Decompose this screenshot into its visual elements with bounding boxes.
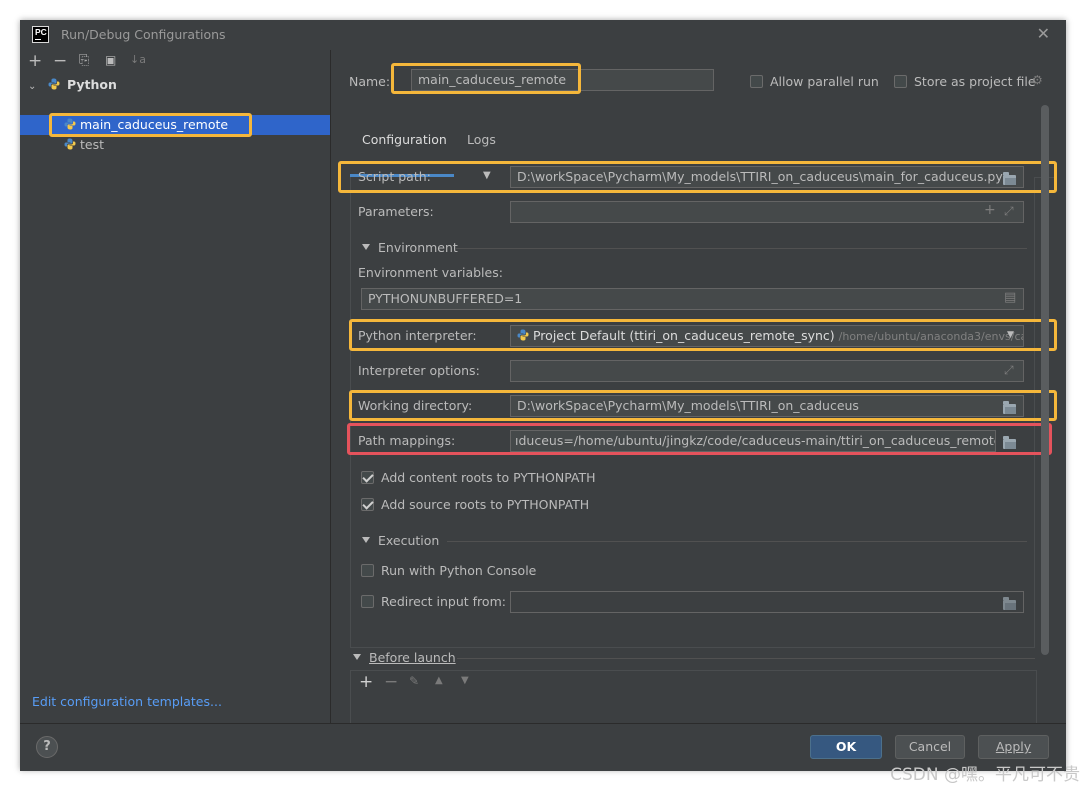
store-as-project-file-label: Store as project file — [914, 74, 1036, 89]
environment-section-header[interactable]: Environment — [362, 240, 458, 255]
remove-task-button[interactable]: − — [384, 672, 398, 692]
tree-item-label: test — [79, 137, 104, 152]
edit-configuration-templates-link[interactable]: Edit configuration templates... — [32, 694, 222, 709]
interpreter-path: /home/ubuntu/anaconda3/envs/cac — [838, 330, 1024, 343]
run-with-python-console-checkbox[interactable] — [361, 564, 374, 577]
tab-logs[interactable]: Logs — [467, 132, 496, 147]
add-source-roots-checkbox[interactable] — [361, 498, 374, 511]
tree-item-main-caduceus-remote[interactable]: main_caduceus_remote — [64, 115, 228, 135]
collapse-triangle-icon — [362, 537, 370, 543]
before-launch-separator — [457, 658, 1035, 659]
python-icon — [64, 138, 76, 150]
add-source-roots-label: Add source roots to PYTHONPATH — [381, 497, 590, 512]
cancel-button[interactable]: Cancel — [895, 735, 965, 759]
add-configuration-button[interactable]: + — [28, 51, 42, 71]
execution-separator — [447, 541, 1027, 542]
before-launch-section-header[interactable]: Before launch — [353, 650, 456, 665]
chevron-down-icon[interactable]: ▼ — [1007, 330, 1014, 340]
script-path-label: Script path: — [358, 169, 431, 184]
expand-icon[interactable]: ⤢ — [1004, 363, 1014, 378]
collapse-triangle-icon — [353, 654, 361, 660]
tree-group-python[interactable]: ⌄ Python — [28, 75, 117, 95]
collapse-triangle-icon — [362, 244, 370, 250]
sort-configurations-icon[interactable]: ↓a — [130, 53, 146, 66]
run-debug-dialog: PC Run/Debug Configurations ✕ + − ⎘ ▣ ↓a… — [20, 20, 1066, 771]
title-bar: PC Run/Debug Configurations ✕ — [20, 20, 1066, 50]
csdn-watermark: CSDN @嘿。平凡可不贵 — [890, 765, 1080, 785]
python-icon — [64, 118, 76, 130]
close-icon[interactable]: ✕ — [1037, 24, 1050, 43]
redirect-input-field[interactable] — [510, 591, 1024, 613]
move-up-icon[interactable]: ▲ — [435, 675, 443, 686]
parameters-label: Parameters: — [358, 204, 434, 219]
copy-configuration-icon[interactable]: ⎘ — [79, 53, 89, 68]
window-title: Run/Debug Configurations — [61, 27, 226, 42]
folder-icon[interactable] — [1003, 401, 1016, 414]
move-to-folder-icon[interactable]: ▣ — [105, 53, 116, 67]
add-content-roots-label: Add content roots to PYTHONPATH — [381, 470, 596, 485]
allow-parallel-run-label: Allow parallel run — [770, 74, 879, 89]
python-icon — [517, 329, 529, 341]
script-type-dropdown-icon[interactable]: ▼ — [483, 170, 491, 181]
python-interpreter-select[interactable]: Project Default (ttiri_on_caduceus_remot… — [510, 325, 1024, 347]
tree-item-label: main_caduceus_remote — [79, 117, 229, 132]
apply-button[interactable]: Apply — [978, 735, 1049, 759]
execution-section-header[interactable]: Execution — [362, 533, 439, 548]
configuration-editor-pane: Name: main_caduceus_remote Allow paralle… — [331, 50, 1066, 726]
chevron-down-icon: ⌄ — [28, 81, 37, 92]
environment-variables-input[interactable]: PYTHONUNBUFFERED=1 — [361, 288, 1024, 310]
plus-icon[interactable]: + — [984, 202, 996, 218]
folder-icon[interactable] — [1003, 597, 1016, 610]
redirect-input-checkbox[interactable] — [361, 595, 374, 608]
name-input[interactable]: main_caduceus_remote — [411, 69, 714, 91]
parameters-input[interactable] — [510, 201, 1024, 223]
interpreter-options-input[interactable] — [510, 360, 1024, 382]
gear-icon[interactable]: ⚙ — [1032, 73, 1043, 87]
path-mappings-label: Path mappings: — [358, 433, 456, 448]
edit-task-icon[interactable]: ✎ — [409, 674, 419, 688]
add-task-button[interactable]: + — [359, 672, 373, 692]
name-label: Name: — [349, 74, 391, 89]
configurations-tree-pane: + − ⎘ ▣ ↓a ⌄ Python main_caduceus_remote — [20, 50, 331, 723]
tree-group-label: Python — [66, 77, 117, 92]
interpreter-options-label: Interpreter options: — [358, 363, 480, 378]
store-as-project-file-checkbox[interactable] — [894, 75, 907, 88]
expand-icon[interactable]: ⤢ — [1004, 204, 1014, 219]
pycharm-logo-icon: PC — [32, 26, 49, 43]
working-directory-input[interactable]: D:\workSpace\Pycharm\My_models\TTIRI_on_… — [510, 395, 1024, 417]
ok-button[interactable]: OK — [810, 735, 882, 759]
environment-separator — [456, 248, 1027, 249]
python-interpreter-label: Python interpreter: — [358, 328, 477, 343]
python-icon — [48, 78, 60, 90]
interpreter-name: Project Default (ttiri_on_caduceus_remot… — [532, 328, 835, 343]
document-icon[interactable]: ▤ — [1004, 290, 1016, 305]
scrollbar[interactable] — [1041, 105, 1049, 655]
environment-variables-label: Environment variables: — [358, 265, 503, 280]
before-launch-list: + − ✎ ▲ ▼ — [350, 670, 1037, 726]
add-content-roots-checkbox[interactable] — [361, 471, 374, 484]
help-button[interactable]: ? — [36, 736, 58, 758]
tree-item-test[interactable]: test — [64, 135, 104, 155]
move-down-icon[interactable]: ▼ — [461, 675, 469, 686]
path-mappings-input[interactable]: ıduceus=/home/ubuntu/jingkz/code/caduceu… — [510, 430, 996, 452]
run-with-python-console-label: Run with Python Console — [381, 563, 537, 578]
working-directory-label: Working directory: — [358, 398, 473, 413]
allow-parallel-run-checkbox[interactable] — [750, 75, 763, 88]
remove-configuration-button[interactable]: − — [53, 51, 67, 71]
script-path-input[interactable]: D:\workSpace\Pycharm\My_models\TTIRI_on_… — [510, 166, 1024, 188]
folder-icon[interactable] — [1003, 436, 1016, 449]
redirect-input-label: Redirect input from: — [381, 594, 506, 609]
tab-configuration[interactable]: Configuration — [362, 132, 447, 147]
folder-icon[interactable] — [1003, 172, 1016, 185]
